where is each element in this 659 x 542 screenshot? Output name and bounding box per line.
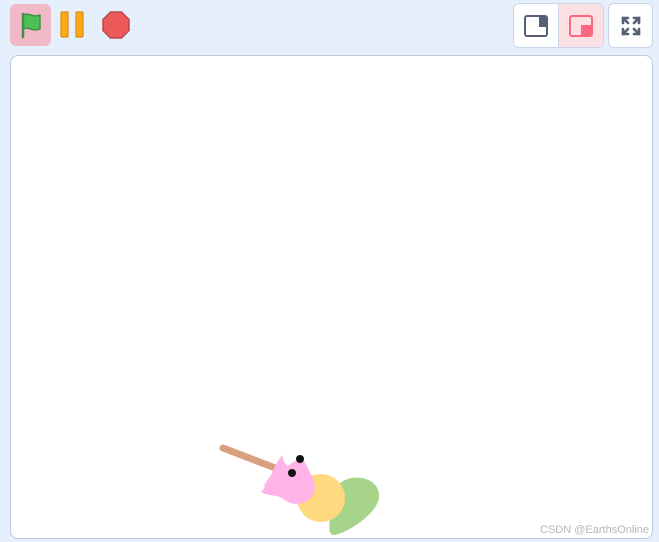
- pause-icon: [60, 11, 84, 38]
- small-stage-layout-icon: [523, 14, 548, 37]
- fullscreen-button[interactable]: [608, 3, 653, 48]
- dango-sprite[interactable]: [216, 439, 396, 539]
- large-stage-button[interactable]: [558, 4, 603, 47]
- stage-size-toggle: [513, 3, 604, 48]
- stop-button[interactable]: [99, 8, 133, 42]
- green-flag-icon: [21, 12, 41, 39]
- pause-button[interactable]: [55, 8, 89, 42]
- fullscreen-expand-icon: [621, 16, 640, 35]
- stop-sign-icon: [102, 11, 130, 39]
- stage-player: CSDN @EarthsOnline: [0, 0, 659, 542]
- stage-canvas[interactable]: CSDN @EarthsOnline: [10, 55, 653, 539]
- green-flag-button[interactable]: [10, 4, 51, 46]
- large-stage-layout-icon: [568, 14, 593, 37]
- watermark-text: CSDN @EarthsOnline: [540, 524, 649, 536]
- small-stage-button[interactable]: [514, 4, 559, 47]
